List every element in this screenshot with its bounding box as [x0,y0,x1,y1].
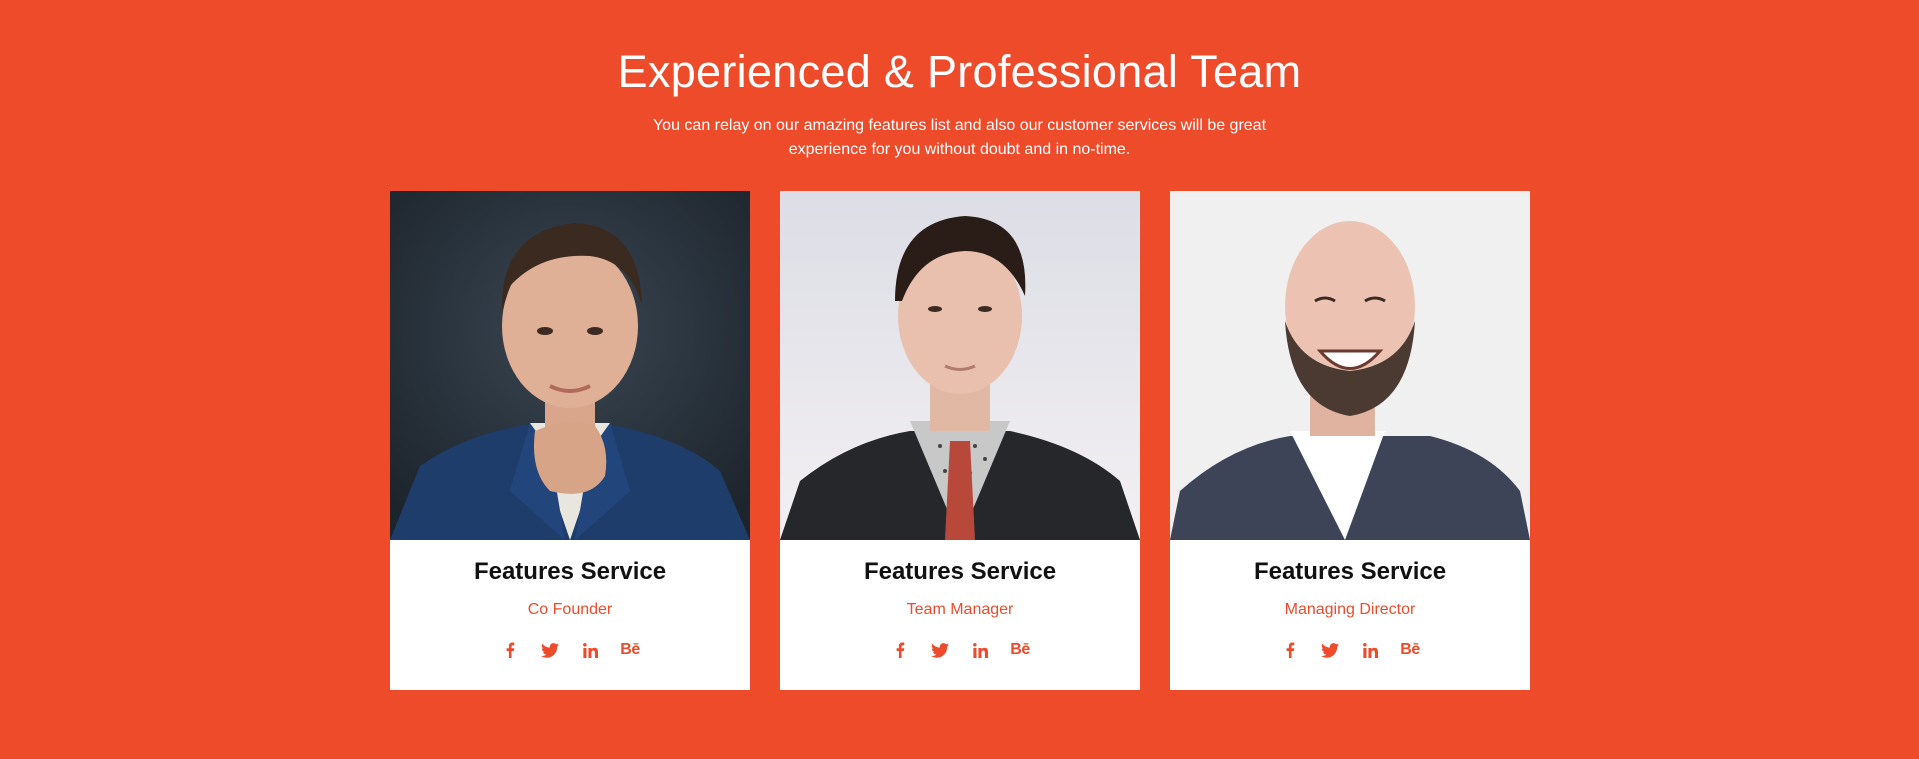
twitter-icon[interactable] [1319,639,1341,661]
twitter-icon[interactable] [539,639,561,661]
team-member-name: Features Service [863,558,1057,585]
twitter-icon[interactable] [929,639,951,661]
team-member-photo [1170,191,1530,540]
facebook-icon[interactable] [889,639,911,661]
social-links: Bē [1170,638,1530,662]
team-member-role: Co Founder [527,601,613,618]
team-card: Features Service Team Manager Bē [780,191,1140,690]
team-member-role: Team Manager [906,601,1014,618]
linkedin-icon[interactable] [969,639,991,661]
team-member-photo [390,191,750,540]
behance-icon[interactable]: Bē [1399,639,1421,661]
facebook-icon[interactable] [1279,639,1301,661]
team-member-name: Features Service [1253,558,1447,585]
linkedin-icon[interactable] [1359,639,1381,661]
behance-icon[interactable]: Bē [619,639,641,661]
team-member-photo [780,191,1140,540]
team-card: Features Service Co Founder Bē [390,191,750,690]
team-member-role: Managing Director [1284,601,1416,618]
team-member-name: Features Service [473,558,667,585]
section-title: Experienced & Professional Team [617,46,1302,97]
section-subtitle: You can relay on our amazing features li… [652,117,1267,158]
facebook-icon[interactable] [499,639,521,661]
social-links: Bē [390,638,750,662]
behance-icon[interactable]: Bē [1009,639,1031,661]
team-card: Features Service Managing Director Bē [1170,191,1530,690]
social-links: Bē [780,638,1140,662]
linkedin-icon[interactable] [579,639,601,661]
